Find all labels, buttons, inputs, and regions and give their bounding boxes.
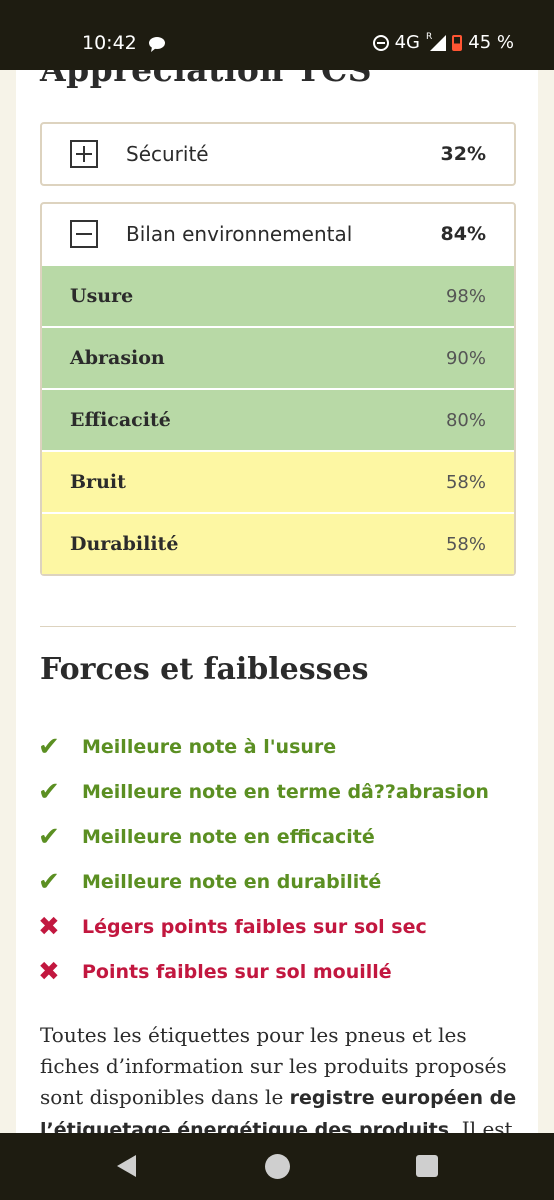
- accordion-label: Bilan environnemental: [126, 222, 353, 246]
- rating-value: 58%: [445, 471, 486, 493]
- accordion-score: 84%: [440, 223, 486, 245]
- strength-text: Meilleure note en durabilité: [82, 870, 382, 893]
- weakness-text: Points faibles sur sol mouillé: [82, 960, 392, 983]
- accordion-environnement[interactable]: Bilan environnemental 84% Usure 98% Abra…: [40, 202, 516, 576]
- battery-level: 45 %: [468, 32, 514, 53]
- weakness-text: Légers points faibles sur sol sec: [82, 915, 427, 938]
- accordion-score: 32%: [440, 143, 486, 165]
- rating-row-bruit: Bruit 58%: [42, 450, 514, 512]
- accordion-header-environnement[interactable]: Bilan environnemental 84%: [42, 204, 514, 264]
- rating-value: 98%: [445, 285, 486, 307]
- check-icon: ✔: [38, 866, 60, 897]
- home-icon[interactable]: [265, 1154, 290, 1179]
- rating-row-usure: Usure 98%: [42, 264, 514, 326]
- list-item: ✖ Points faibles sur sol mouillé: [38, 949, 528, 994]
- rating-label: Usure: [70, 285, 134, 307]
- rating-label: Efficacité: [70, 409, 171, 431]
- rating-label: Bruit: [70, 471, 126, 493]
- cross-icon: ✖: [38, 911, 60, 942]
- page-content: Appréciation TCS Sécurité 32% Bilan envi…: [16, 0, 538, 1133]
- section-title: Forces et faiblesses: [40, 652, 369, 687]
- chat-notification-icon: [148, 36, 166, 56]
- list-item: ✔ Meilleure note en terme dâ??abrasion: [38, 769, 528, 814]
- rating-label: Abrasion: [70, 347, 165, 369]
- rating-row-efficacite: Efficacité 80%: [42, 388, 514, 450]
- rating-row-durabilite: Durabilité 58%: [42, 512, 514, 574]
- check-icon: ✔: [38, 776, 60, 807]
- collapse-icon[interactable]: [70, 220, 98, 248]
- back-icon[interactable]: [117, 1155, 136, 1177]
- rating-value: 80%: [445, 409, 486, 431]
- accordion-header-securite[interactable]: Sécurité 32%: [42, 124, 514, 184]
- status-bar: 10:42 4G R 45 %: [0, 0, 554, 70]
- status-indicators: 4G R 45 %: [372, 32, 514, 53]
- check-icon: ✔: [38, 821, 60, 852]
- rating-label: Durabilité: [70, 533, 179, 555]
- strength-text: Meilleure note en terme dâ??abrasion: [82, 780, 489, 803]
- rating-value: 90%: [445, 347, 486, 369]
- rating-row-abrasion: Abrasion 90%: [42, 326, 514, 388]
- list-item: ✖ Légers points faibles sur sol sec: [38, 904, 528, 949]
- cross-icon: ✖: [38, 956, 60, 987]
- check-icon: ✔: [38, 731, 60, 762]
- accordion-securite[interactable]: Sécurité 32%: [40, 122, 516, 186]
- list-item: ✔ Meilleure note en efficacité: [38, 814, 528, 859]
- status-time: 10:42: [82, 32, 137, 54]
- expand-icon[interactable]: [70, 140, 98, 168]
- section-divider: [40, 626, 516, 627]
- info-paragraph: Toutes les étiquettes pour les pneus et …: [40, 1020, 518, 1133]
- strength-text: Meilleure note à l'usure: [82, 735, 337, 758]
- list-item: ✔ Meilleure note en durabilité: [38, 859, 528, 904]
- strength-text: Meilleure note en efficacité: [82, 825, 375, 848]
- do-not-disturb-icon: [372, 34, 389, 51]
- strengths-weaknesses-list: ✔ Meilleure note à l'usure ✔ Meilleure n…: [38, 724, 528, 994]
- rating-value: 58%: [445, 533, 486, 555]
- accordion-label: Sécurité: [126, 142, 209, 166]
- navigation-bar: [0, 1133, 554, 1200]
- signal-icon: [430, 34, 447, 51]
- battery-icon: [452, 34, 463, 51]
- list-item: ✔ Meilleure note à l'usure: [38, 724, 528, 769]
- recent-apps-icon[interactable]: [416, 1155, 438, 1177]
- network-type: 4G: [394, 32, 420, 53]
